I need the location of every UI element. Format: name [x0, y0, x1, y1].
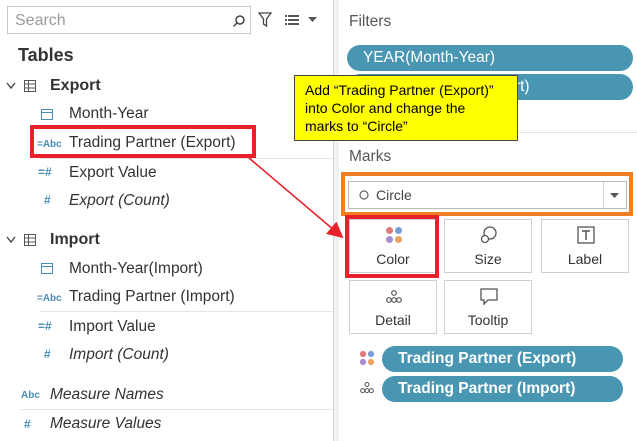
annotation-arrow: [248, 157, 344, 239]
